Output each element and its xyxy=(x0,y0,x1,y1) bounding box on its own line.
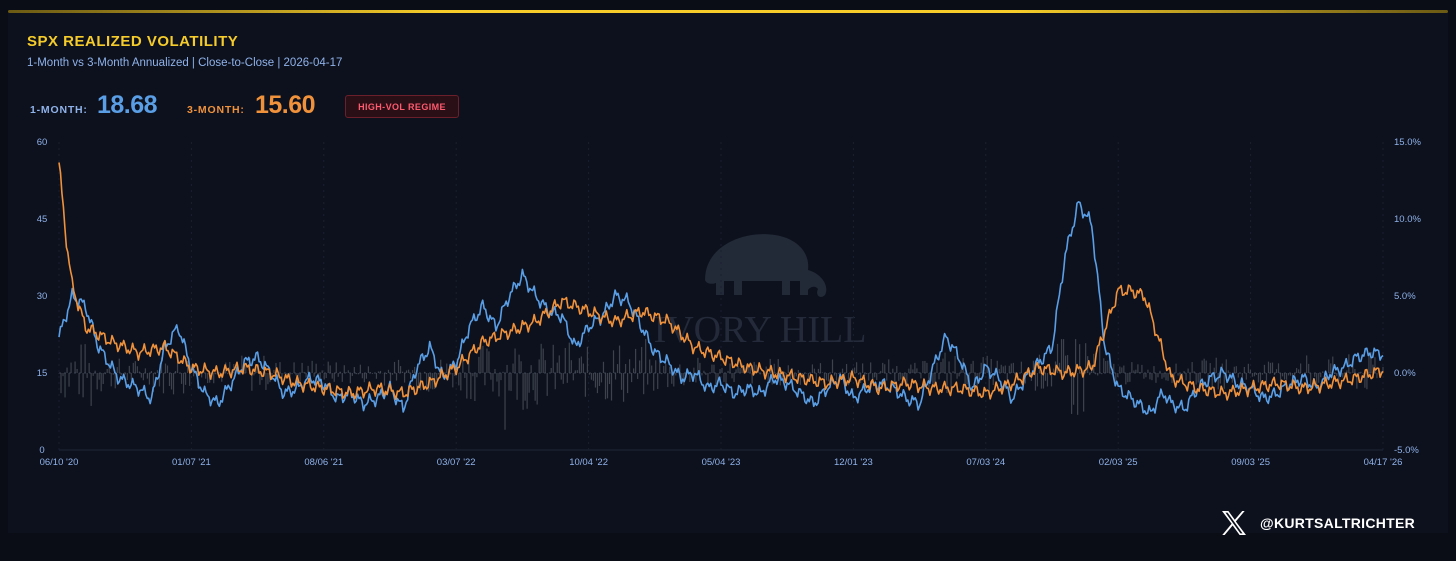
x-tick-label: 01/07 '21 xyxy=(172,457,211,468)
y-right-tick-label: 5.0% xyxy=(1394,291,1416,302)
y-left-tick-label: 60 xyxy=(37,137,48,148)
y-right-tick-label: 15.0% xyxy=(1394,137,1421,148)
y-right-tick-label: 0.0% xyxy=(1394,368,1416,379)
x-tick-label: 12/01 '23 xyxy=(834,457,873,468)
y-left-tick-label: 45 xyxy=(37,214,48,225)
y-left-tick-label: 30 xyxy=(37,291,48,302)
y-left-tick-label: 15 xyxy=(37,368,48,379)
chart-frame: SPX REALIZED VOLATILITY 1-Month vs 3-Mon… xyxy=(0,0,1456,561)
author-handle: @KURTSALTRICHTER xyxy=(1260,515,1416,531)
x-tick-label: 10/04 '22 xyxy=(569,457,608,468)
volatility-chart: 0 15 30 45 60 -5.0% 0.0% 5.0% 10.0% 15.0% 06/10 … xyxy=(37,137,1422,468)
x-tick-label: 06/10 '20 xyxy=(40,457,79,468)
x-tick-label: 04/17 '26 xyxy=(1364,457,1403,468)
x-tick-label: 03/07 '22 xyxy=(437,457,476,468)
y-right-tick-label: -5.0% xyxy=(1394,445,1419,456)
x-tick-label: 07/03 '24 xyxy=(966,457,1005,468)
x-tick-label: 02/03 '25 xyxy=(1099,457,1138,468)
x-tick-label: 09/03 '25 xyxy=(1231,457,1270,468)
x-logo-icon xyxy=(1222,511,1246,535)
x-tick-label: 05/04 '23 xyxy=(702,457,741,468)
y-right-tick-label: 10.0% xyxy=(1394,214,1421,225)
y-left-tick-label: 0 xyxy=(39,445,44,456)
x-tick-label: 08/06 '21 xyxy=(304,457,343,468)
